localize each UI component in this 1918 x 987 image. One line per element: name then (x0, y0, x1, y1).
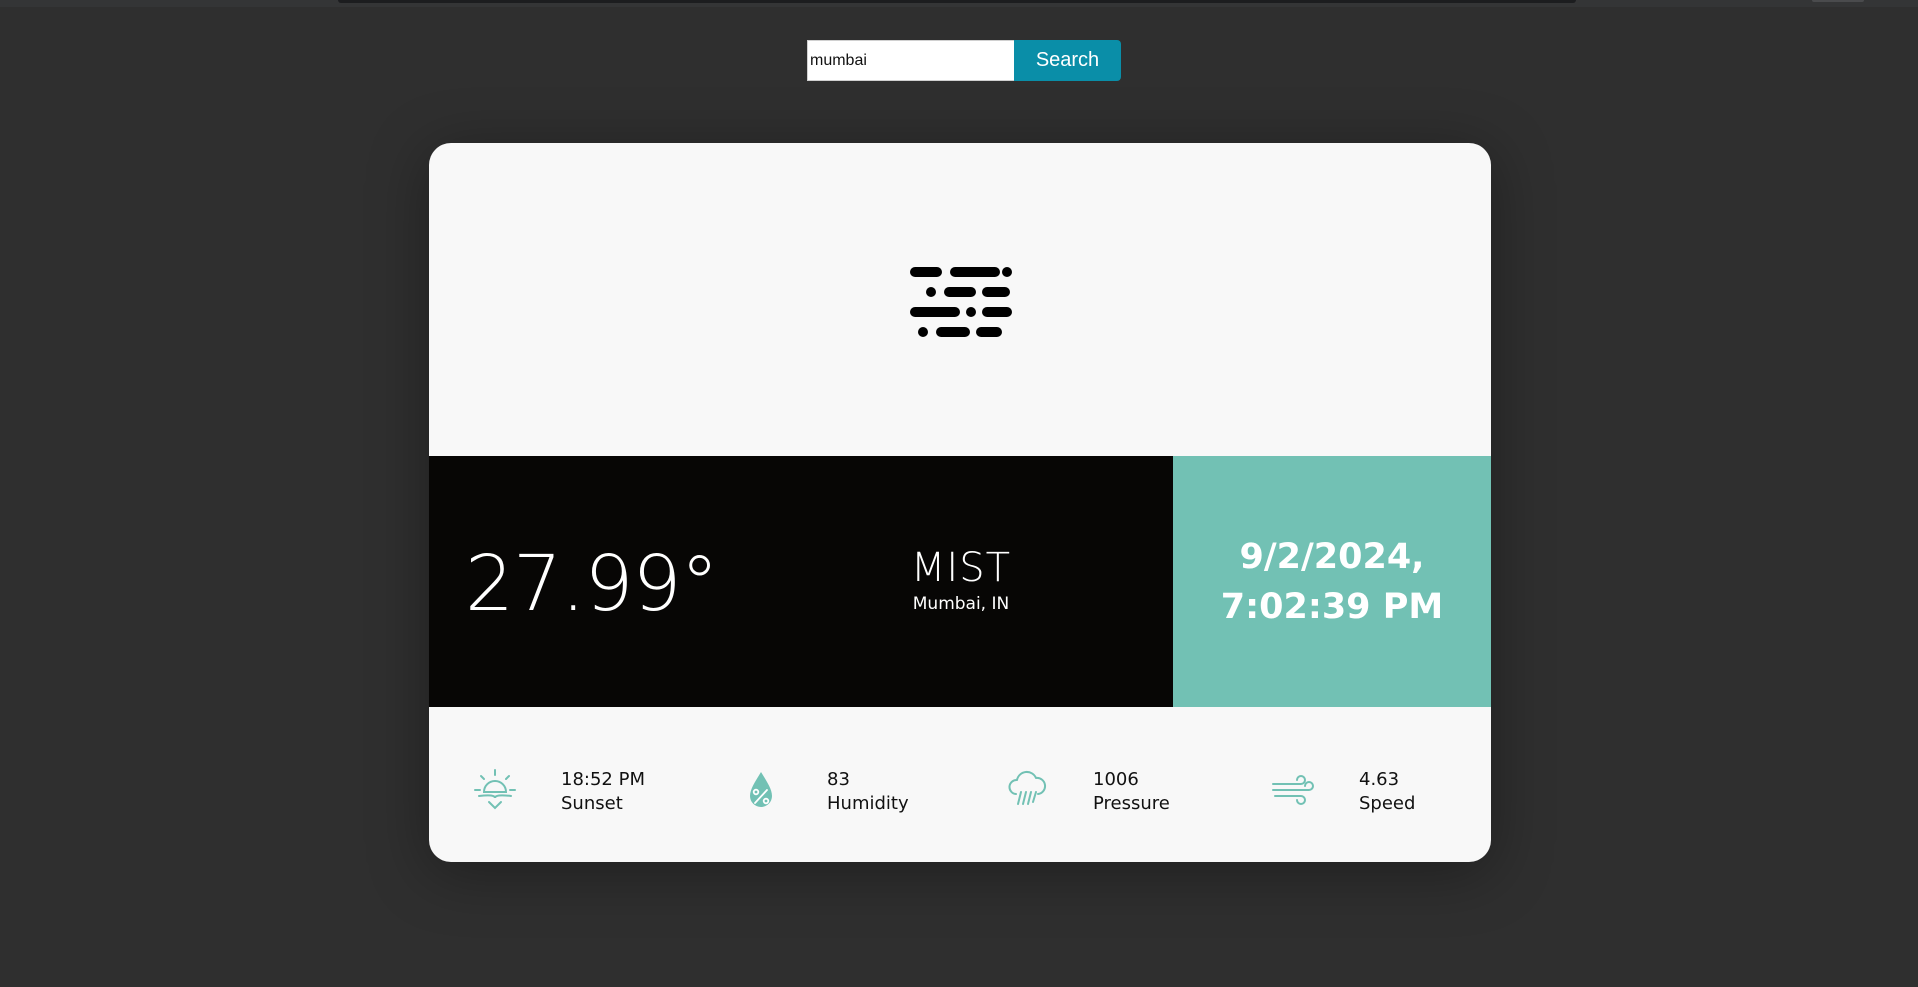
temperature-panel: 27.99° MIST Mumbai, IN (429, 456, 1173, 707)
browser-top-edge (0, 0, 1918, 7)
weather-card: 27.99° MIST Mumbai, IN 9/2/2024, 7:02:39… (429, 143, 1491, 862)
datetime-text: 9/2/2024, 7:02:39 PM (1173, 532, 1491, 632)
date-value: 9/2/2024, (1239, 537, 1425, 577)
search-bar: Search (807, 40, 1121, 81)
browser-button-edge (1812, 0, 1864, 2)
weather-summary-band: 27.99° MIST Mumbai, IN 9/2/2024, 7:02:39… (429, 456, 1491, 707)
wind-speed-value: 4.63 (1359, 769, 1400, 790)
sunset-label: Sunset (561, 793, 623, 814)
datetime-panel: 9/2/2024, 7:02:39 PM (1173, 456, 1491, 707)
search-button[interactable]: Search (1014, 40, 1121, 81)
pressure-label: Pressure (1093, 793, 1170, 814)
browser-address-strip (338, 0, 1576, 3)
sunset-icon (474, 769, 516, 810)
weather-stats: 18:52 PM Sunset 83 Humidity 1006 Pressur… (429, 707, 1491, 862)
time-value: 7:02:39 PM (1220, 587, 1444, 627)
pressure-value: 1006 (1093, 769, 1139, 790)
temperature-value: 27.99° (465, 540, 719, 629)
weather-hero (429, 143, 1491, 456)
weather-condition: MIST (910, 545, 1012, 591)
humidity-value: 83 (827, 769, 850, 790)
humidity-label: Humidity (827, 793, 909, 814)
search-input[interactable] (807, 40, 1014, 81)
condition-block: MIST Mumbai, IN (861, 548, 1061, 614)
sunset-value: 18:52 PM (561, 769, 645, 790)
wind-speed-label: Speed (1359, 793, 1416, 814)
mist-icon (910, 267, 1012, 337)
pressure-icon (1008, 770, 1047, 805)
humidity-icon (750, 772, 772, 807)
location-label: Mumbai, IN (912, 594, 1010, 614)
wind-icon (1272, 775, 1314, 805)
